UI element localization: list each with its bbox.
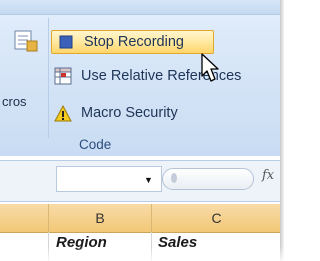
macros-label: cros xyxy=(2,94,27,109)
group-separator xyxy=(48,18,49,138)
relative-references-icon xyxy=(53,66,73,86)
name-box-dropdown-icon[interactable]: ▼ xyxy=(144,175,153,185)
column-header-c[interactable]: C xyxy=(151,204,281,232)
ribbon-top-strip xyxy=(0,0,280,15)
macro-security-button[interactable]: Macro Security xyxy=(53,101,178,125)
stop-recording-label: Stop Recording xyxy=(84,34,184,50)
macros-icon xyxy=(14,30,38,52)
bottom-fade xyxy=(0,246,284,261)
right-edge-shadow xyxy=(280,0,284,261)
fx-label[interactable]: fx xyxy=(262,168,274,183)
stop-square-icon xyxy=(56,32,76,52)
macro-security-label: Macro Security xyxy=(81,105,178,121)
formula-bar-dot xyxy=(171,173,177,183)
stop-recording-button[interactable]: Stop Recording xyxy=(51,30,214,54)
mouse-cursor-icon xyxy=(201,53,219,82)
warning-icon xyxy=(53,103,73,123)
code-group-label: Code xyxy=(79,137,112,152)
column-header-b[interactable]: B xyxy=(48,204,151,232)
